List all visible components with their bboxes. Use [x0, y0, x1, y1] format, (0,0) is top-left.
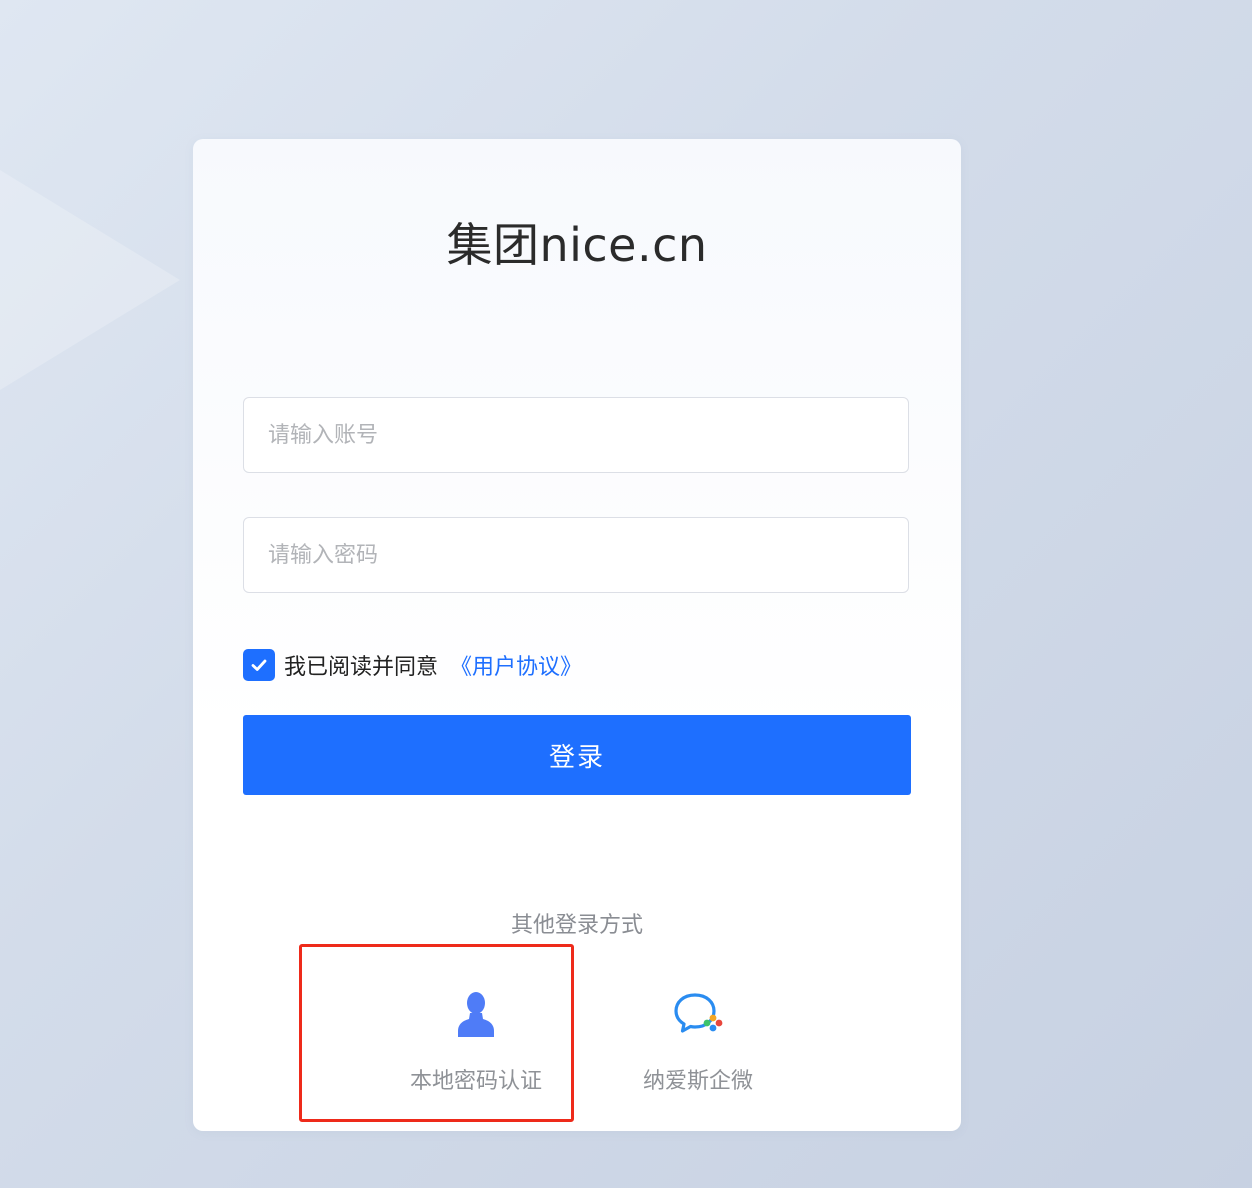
- wecom-login[interactable]: 纳爱斯企微: [603, 989, 793, 1095]
- login-button[interactable]: 登录: [243, 715, 911, 795]
- agree-text: 我已阅读并同意: [284, 655, 439, 680]
- page-title: 集团nice.cn: [446, 218, 708, 272]
- account-field[interactable]: [243, 397, 909, 473]
- user-agreement-link[interactable]: 《用户协议》: [450, 649, 582, 681]
- check-icon: [251, 659, 267, 671]
- password-input[interactable]: [244, 518, 908, 592]
- local-password-login[interactable]: 本地密码认证: [381, 989, 571, 1095]
- agree-checkbox[interactable]: [243, 649, 275, 681]
- account-input[interactable]: [244, 398, 908, 472]
- wecom-chat-icon: [674, 993, 723, 1033]
- user-icon: [458, 992, 494, 1037]
- other-login-label: 其他登录方式: [510, 913, 643, 938]
- login-card: 集团nice.cn 我已阅读并同意 《用户协议》 登录 其他登录方式 本地密码认…: [193, 139, 961, 1131]
- agreement-row: 我已阅读并同意 《用户协议》: [243, 649, 582, 681]
- local-password-label: 本地密码认证: [409, 1069, 542, 1094]
- wecom-label: 纳爱斯企微: [642, 1069, 753, 1094]
- background-decoration: [0, 170, 180, 390]
- password-field[interactable]: [243, 517, 909, 593]
